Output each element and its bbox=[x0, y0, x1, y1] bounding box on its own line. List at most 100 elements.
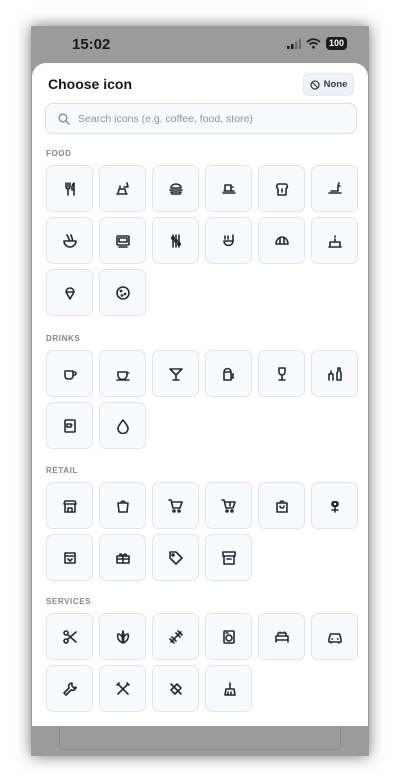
icon-option[interactable] bbox=[46, 165, 93, 212]
icon-option[interactable] bbox=[152, 534, 199, 581]
icon-option[interactable] bbox=[258, 482, 305, 529]
bed-icon bbox=[274, 630, 289, 643]
icon-option[interactable] bbox=[152, 482, 199, 529]
icon-option[interactable] bbox=[205, 217, 252, 264]
icon-option[interactable] bbox=[311, 350, 358, 397]
icon-option[interactable] bbox=[311, 165, 358, 212]
cookie-icon bbox=[115, 285, 130, 300]
ladle-icon bbox=[222, 233, 234, 246]
icon-option[interactable] bbox=[99, 350, 146, 397]
no-icon-icon bbox=[309, 79, 320, 90]
icon-option[interactable] bbox=[311, 482, 358, 529]
search-icon bbox=[58, 113, 70, 125]
utensils-icon bbox=[64, 181, 75, 196]
icon-option[interactable] bbox=[46, 534, 93, 581]
cake-icon bbox=[327, 234, 342, 248]
icon-option[interactable] bbox=[205, 482, 252, 529]
none-button-label: None bbox=[323, 79, 348, 90]
icon-option[interactable] bbox=[99, 402, 146, 449]
takeout-food-icon bbox=[115, 181, 129, 195]
ice-cream-icon bbox=[64, 286, 75, 300]
dumbbell-icon bbox=[168, 629, 183, 644]
search-box[interactable] bbox=[45, 103, 357, 134]
toast-icon bbox=[275, 182, 288, 196]
water-drop-icon bbox=[116, 418, 129, 434]
section-label: SERVICES bbox=[46, 597, 92, 606]
croissant-icon bbox=[274, 235, 289, 245]
sandwich-icon bbox=[221, 183, 236, 194]
icon-option[interactable] bbox=[205, 350, 252, 397]
beer-mug-icon bbox=[222, 367, 234, 381]
section-food: FOOD bbox=[46, 149, 358, 316]
coffee-cup-icon bbox=[63, 369, 77, 380]
tote-bag-icon bbox=[275, 499, 288, 513]
shopping-cart-icon bbox=[167, 498, 183, 513]
icon-option[interactable] bbox=[152, 217, 199, 264]
sheet-title: Choose icon bbox=[48, 76, 133, 92]
wine-glass-icon bbox=[277, 366, 286, 381]
spa-leaf-icon bbox=[116, 629, 129, 644]
icon-option[interactable] bbox=[46, 402, 93, 449]
icon-option[interactable] bbox=[258, 350, 305, 397]
price-tag-icon bbox=[168, 550, 183, 565]
bottle-plate-icon bbox=[327, 181, 342, 194]
icon-option[interactable] bbox=[99, 165, 146, 212]
section-drinks: DRINKS bbox=[46, 334, 358, 449]
none-button[interactable]: None bbox=[303, 73, 354, 96]
icon-option[interactable] bbox=[46, 482, 93, 529]
icon-option[interactable] bbox=[311, 613, 358, 660]
flower-icon bbox=[330, 500, 339, 513]
icon-option[interactable] bbox=[152, 665, 199, 712]
icon-option[interactable] bbox=[46, 217, 93, 264]
icon-picker-sheet: Choose icon None FOOD DRINKS RETAIL bbox=[32, 63, 368, 726]
storefront-icon bbox=[62, 499, 77, 513]
icon-option[interactable] bbox=[258, 613, 305, 660]
icon-option[interactable] bbox=[46, 269, 93, 316]
cocktail-icon bbox=[168, 367, 183, 381]
tools-icon bbox=[115, 681, 130, 695]
icon-option[interactable] bbox=[99, 534, 146, 581]
icon-option[interactable] bbox=[205, 534, 252, 581]
washing-machine-icon bbox=[222, 629, 235, 644]
scissors-icon bbox=[62, 629, 77, 644]
icon-option[interactable] bbox=[311, 217, 358, 264]
battery-indicator: 100 bbox=[325, 37, 347, 50]
icon-option[interactable] bbox=[99, 665, 146, 712]
burger-icon bbox=[168, 182, 183, 195]
section-label: FOOD bbox=[46, 149, 72, 158]
icon-option[interactable] bbox=[99, 613, 146, 660]
icon-option[interactable] bbox=[99, 482, 146, 529]
icon-option[interactable] bbox=[46, 665, 93, 712]
icon-option[interactable] bbox=[205, 165, 252, 212]
broom-icon bbox=[223, 681, 236, 696]
section-retail: RETAIL bbox=[46, 466, 358, 581]
icon-option[interactable] bbox=[258, 217, 305, 264]
icon-option[interactable] bbox=[152, 613, 199, 660]
icon-option[interactable] bbox=[152, 350, 199, 397]
wrench-icon bbox=[62, 681, 77, 696]
phone-screen: 15:02 100 Choose icon None FOOD DRI bbox=[31, 26, 369, 756]
icon-option[interactable] bbox=[46, 350, 93, 397]
icon-option[interactable] bbox=[99, 217, 146, 264]
noodle-bowl-icon bbox=[62, 233, 77, 248]
archive-box-icon bbox=[221, 550, 236, 565]
wine-bottle-icon bbox=[327, 366, 342, 381]
search-input[interactable] bbox=[78, 112, 338, 125]
icon-option[interactable] bbox=[205, 613, 252, 660]
status-bar: 15:02 100 bbox=[31, 26, 369, 62]
icon-option[interactable] bbox=[152, 165, 199, 212]
cart-icon bbox=[220, 498, 236, 513]
skewer-icon bbox=[170, 233, 181, 248]
shopping-bag-icon bbox=[116, 499, 129, 513]
tea-cup-icon bbox=[115, 370, 130, 381]
icon-option[interactable] bbox=[99, 269, 146, 316]
icon-option[interactable] bbox=[46, 613, 93, 660]
coffee-machine-icon bbox=[63, 418, 76, 433]
bandage-icon bbox=[169, 682, 182, 695]
icon-sections: FOOD DRINKS RETAIL SERVICES bbox=[32, 141, 368, 726]
icon-option[interactable] bbox=[205, 665, 252, 712]
section-label: DRINKS bbox=[46, 334, 81, 343]
rug-icon bbox=[63, 551, 76, 564]
icon-option[interactable] bbox=[258, 165, 305, 212]
status-time: 15:02 bbox=[72, 36, 111, 53]
